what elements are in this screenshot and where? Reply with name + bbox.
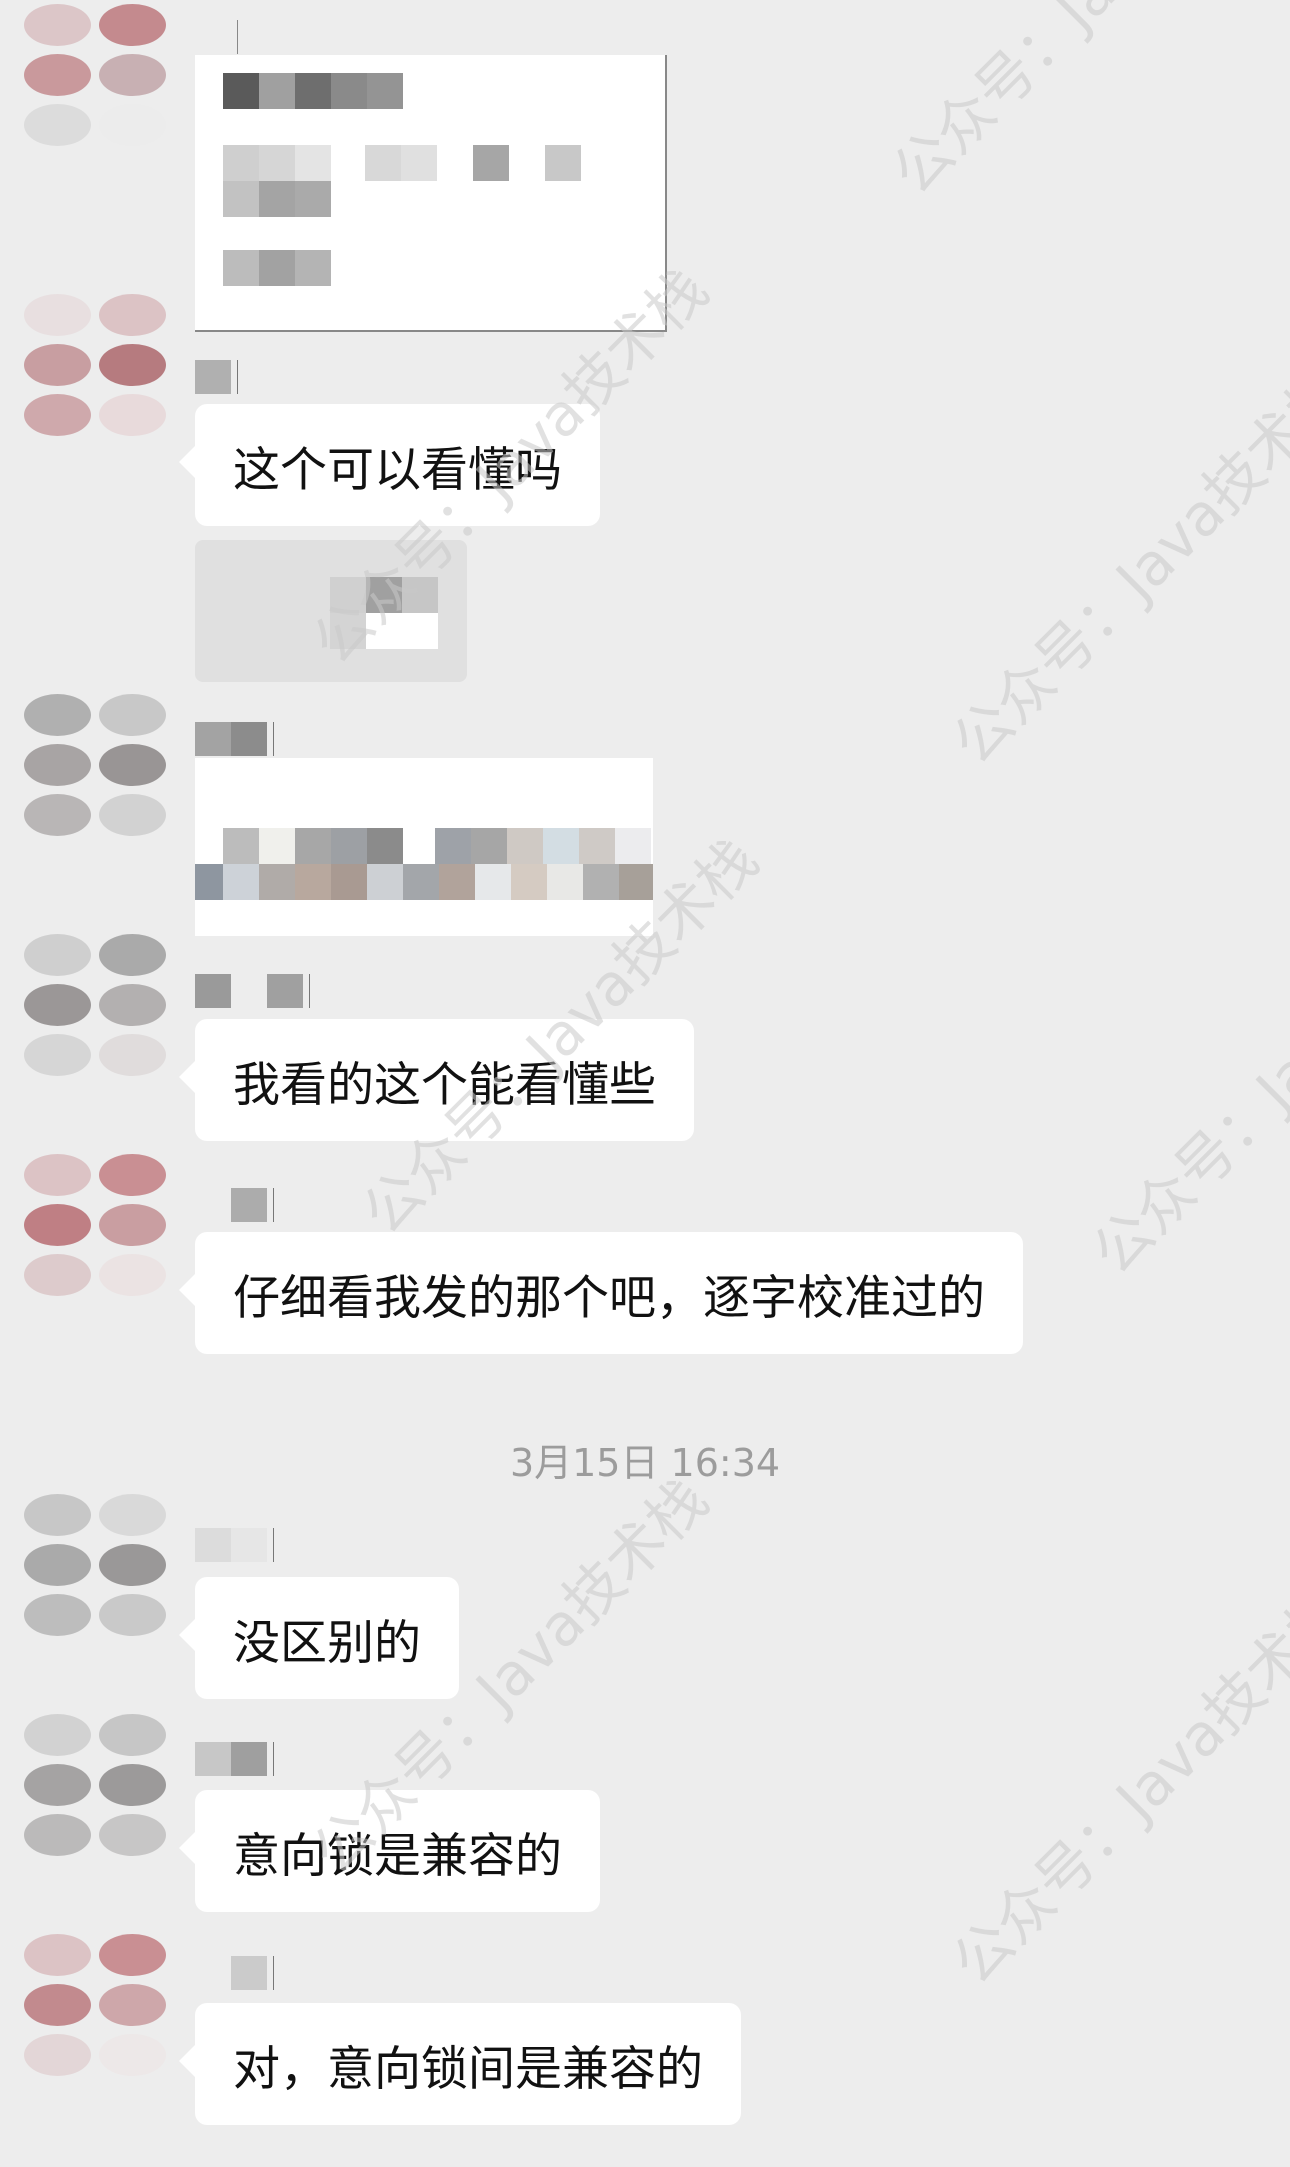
sender-name <box>195 974 310 1008</box>
text-message[interactable]: 没区别的 <box>179 1577 459 1699</box>
watermark: 公众号：Java技术栈 <box>939 1575 1290 1998</box>
sender-name <box>195 1528 274 1562</box>
avatar[interactable] <box>20 930 170 1080</box>
watermark: 公众号：Java技术栈 <box>1079 865 1290 1288</box>
text-message[interactable]: 对，意向锁间是兼容的 <box>179 2003 741 2125</box>
sender-name <box>195 1742 274 1776</box>
sender-name <box>195 1956 274 1990</box>
avatar[interactable] <box>20 1490 170 1640</box>
sender-name <box>195 360 238 394</box>
avatar[interactable] <box>20 0 170 150</box>
image-message[interactable] <box>195 540 467 682</box>
chat-screen: 公众号：Java技术栈 公众号：Java技术栈 公众号：Java技术栈 公众号：… <box>0 0 1290 2167</box>
avatar[interactable] <box>20 1150 170 1300</box>
avatar[interactable] <box>20 1930 170 2080</box>
sender-name <box>195 1188 274 1222</box>
sender-name <box>195 722 274 756</box>
avatar[interactable] <box>20 1710 170 1860</box>
sender-name <box>195 20 238 54</box>
avatar[interactable] <box>20 690 170 840</box>
watermark: 公众号：Java技术栈 <box>939 355 1290 778</box>
text-message[interactable]: 仔细看我发的那个吧，逐字校准过的 <box>179 1232 1023 1354</box>
avatar[interactable] <box>20 290 170 440</box>
watermark: 公众号：Java技术栈 <box>870 0 1290 209</box>
text-message[interactable]: 我看的这个能看懂些 <box>179 1019 694 1141</box>
timestamp: 3月15日 16:34 <box>509 1441 781 1485</box>
text-message[interactable]: 这个可以看懂吗 <box>179 404 600 526</box>
text-message[interactable]: 意向锁是兼容的 <box>179 1790 600 1912</box>
image-message[interactable] <box>195 55 667 332</box>
image-message[interactable] <box>195 758 653 936</box>
